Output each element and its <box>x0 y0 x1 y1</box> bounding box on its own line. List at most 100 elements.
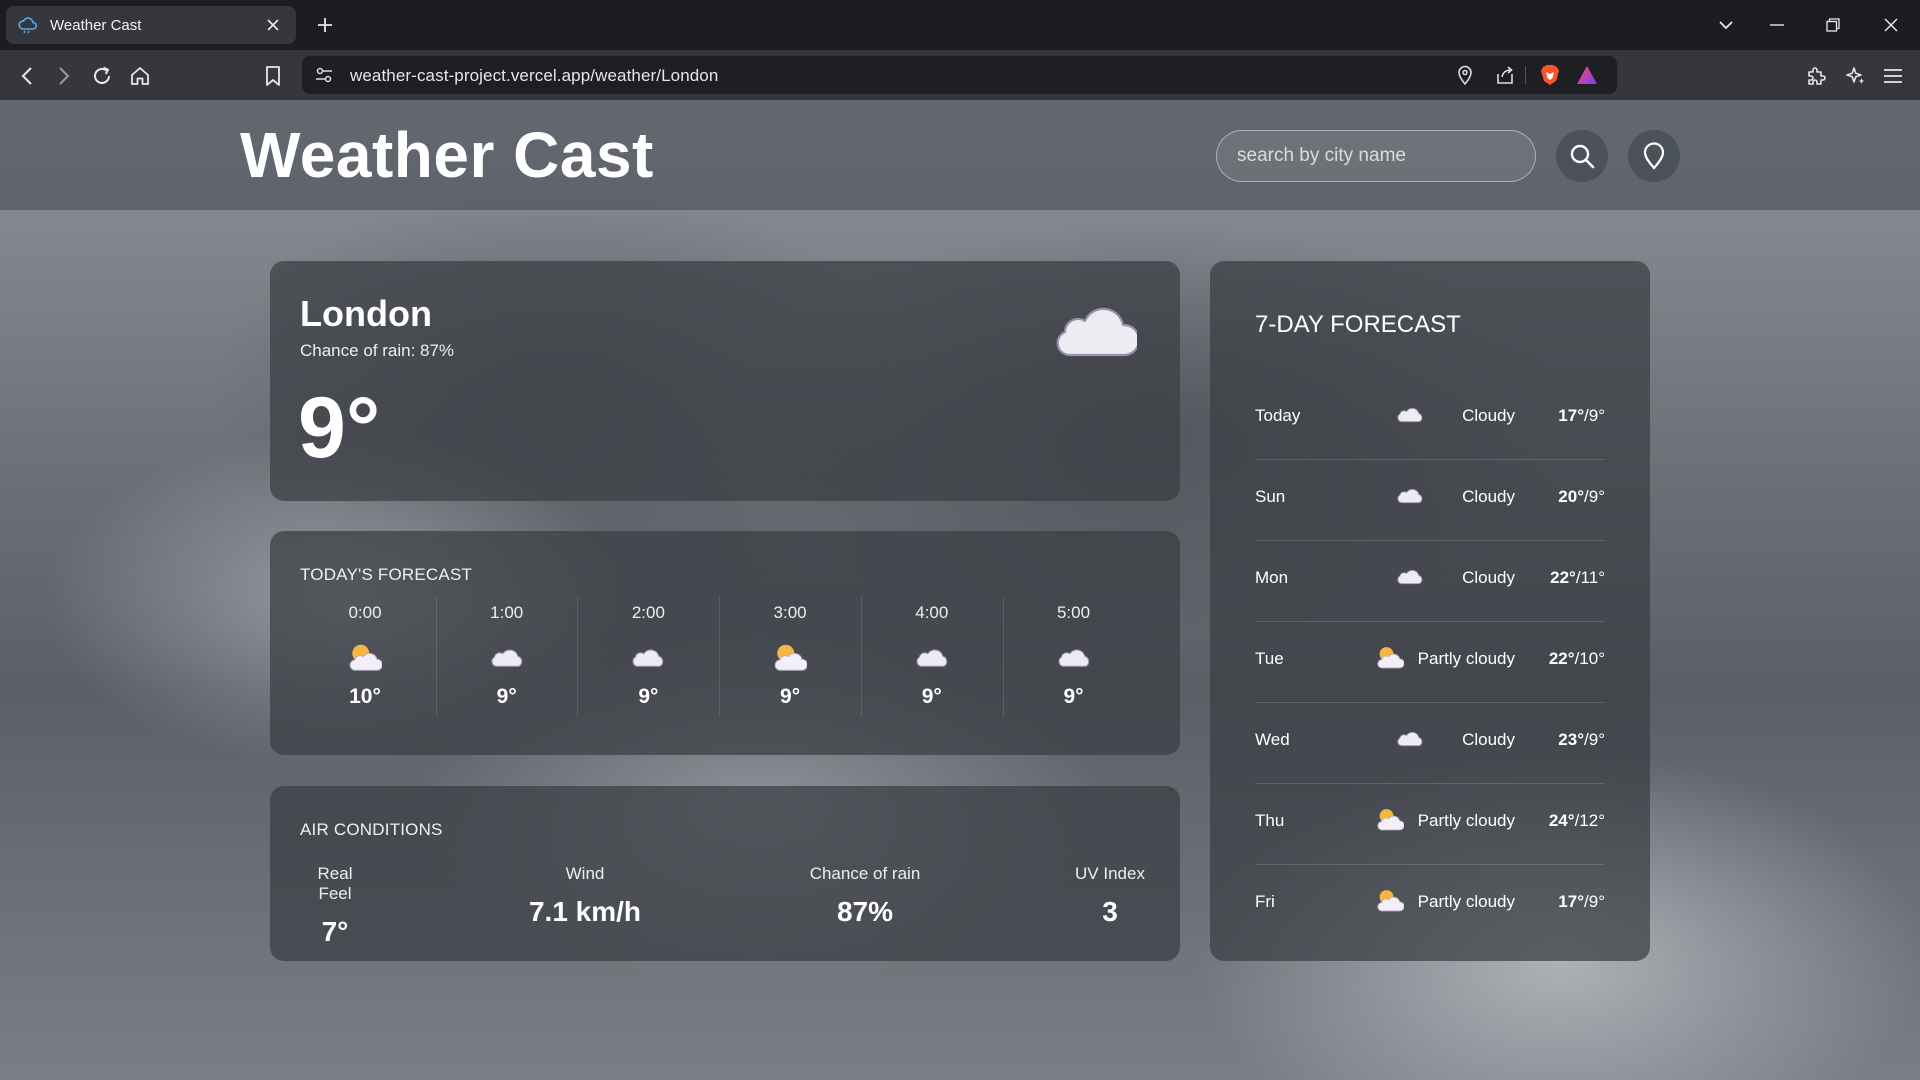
app-header: Weather Cast <box>0 100 1920 210</box>
day-high: 17° <box>1558 406 1585 425</box>
wind-value: 7.1 km/h <box>528 896 642 927</box>
air-conditions-title: AIR CONDITIONS <box>300 820 443 839</box>
share-icon[interactable] <box>1493 63 1517 87</box>
daily-forecast-row: Mon Cloudy 22°/11° <box>1255 541 1605 622</box>
day-name: Thu <box>1255 811 1285 830</box>
new-tab-plus-icon[interactable] <box>312 12 338 38</box>
chance-of-rain-text: Chance of rain: 87% <box>300 341 455 360</box>
chance-of-rain-stat: Chance of rain 87% <box>790 864 940 928</box>
browser-tab-bar: Weather Cast <box>0 0 1920 50</box>
daily-forecast-row: Fri Partly cloudy 17°/9° <box>1255 865 1605 946</box>
cloud-icon <box>436 635 578 679</box>
back-arrow-icon[interactable] <box>13 62 41 90</box>
current-location-button[interactable] <box>1628 130 1680 182</box>
hour-temperature: 9° <box>780 685 801 708</box>
cloud-icon <box>1393 480 1427 510</box>
day-low: /11° <box>1575 568 1605 587</box>
todays-forecast-card: TODAY'S FORECAST 0:00 10° 1:00 9° 2:00 9° 3:00… <box>270 531 1180 755</box>
location-pin-icon[interactable] <box>1453 63 1477 87</box>
todays-forecast-title: TODAY'S FORECAST <box>300 565 473 584</box>
cloud-icon <box>577 635 719 679</box>
hourly-forecast-item: 3:00 9° <box>719 603 861 709</box>
day-name: Tue <box>1255 649 1284 668</box>
bookmark-icon[interactable] <box>259 62 287 90</box>
site-settings-icon[interactable] <box>312 63 336 87</box>
partly-cloudy-icon <box>1373 642 1407 672</box>
day-low: /9° <box>1584 487 1605 506</box>
day-high: 17° <box>1558 892 1585 911</box>
close-tab-icon[interactable] <box>262 14 284 36</box>
hourly-forecast-item: 5:00 9° <box>1003 603 1145 709</box>
real-feel-label: Real Feel <box>317 864 353 903</box>
main-menu-hamburger-icon[interactable] <box>1879 62 1907 90</box>
day-temperature-range: 22°/10° <box>1549 649 1605 669</box>
uv-index-stat: UV Index 3 <box>1070 864 1150 928</box>
day-name: Mon <box>1255 568 1289 587</box>
cloud-icon <box>1003 635 1145 679</box>
seven-day-forecast-title: 7-DAY FORECAST <box>1255 311 1461 338</box>
hourly-forecast-item: 2:00 9° <box>577 603 719 709</box>
brave-rewards-triangle-icon[interactable] <box>1575 63 1599 87</box>
cloud-icon <box>1055 301 1141 364</box>
hour-time: 1:00 <box>490 603 524 622</box>
current-temperature: 9° <box>298 380 381 476</box>
minimize-window-icon[interactable] <box>1764 12 1790 38</box>
brave-shields-lion-icon[interactable] <box>1538 63 1562 87</box>
reload-icon[interactable] <box>88 62 116 90</box>
leo-ai-sparkle-icon[interactable] <box>1842 62 1870 90</box>
city-search-input[interactable] <box>1216 130 1536 182</box>
hourly-forecast-item: 4:00 9° <box>861 603 1003 709</box>
current-weather-card: London Chance of rain: 87% 9° <box>270 261 1180 501</box>
location-pin-icon <box>1643 142 1665 170</box>
hour-divider <box>1002 597 1004 717</box>
day-low: /9° <box>1584 730 1605 749</box>
day-condition: Cloudy <box>1462 730 1515 749</box>
partly-cloudy-icon <box>719 635 861 679</box>
forward-arrow-icon[interactable] <box>50 62 78 90</box>
hour-time: 0:00 <box>348 603 382 622</box>
day-name: Wed <box>1255 730 1290 749</box>
url-text[interactable]: weather-cast-project.vercel.app/weather/… <box>350 66 718 86</box>
day-high: 24° <box>1548 811 1575 830</box>
uv-index-value: 3 <box>1102 896 1118 927</box>
home-icon[interactable] <box>126 62 154 90</box>
uv-index-label: UV Index <box>1075 864 1145 883</box>
hour-divider <box>860 597 862 717</box>
hour-temperature: 10° <box>349 685 381 708</box>
day-temperature-range: 20°/9° <box>1558 487 1605 507</box>
daily-forecast-row: Tue Partly cloudy 22°/10° <box>1255 622 1605 703</box>
day-name: Sun <box>1255 487 1286 506</box>
tab-list-chevron-down-icon[interactable] <box>1713 12 1739 38</box>
day-low: /12° <box>1574 811 1605 830</box>
chance-of-rain-value: 87% <box>836 896 894 927</box>
city-name: London <box>300 293 432 334</box>
day-high: 20° <box>1558 487 1585 506</box>
cloud-icon <box>1393 723 1427 753</box>
real-feel-stat: Real Feel 7° <box>300 864 370 948</box>
daily-forecast-row: Thu Partly cloudy 24°/12° <box>1255 784 1605 865</box>
chance-of-rain-label: Chance of rain <box>809 864 921 883</box>
weather-favicon-icon <box>18 14 40 36</box>
daily-forecast-row: Sun Cloudy 20°/9° <box>1255 460 1605 541</box>
cloud-icon <box>1393 561 1427 591</box>
day-temperature-range: 22°/11° <box>1550 568 1605 588</box>
close-window-icon[interactable] <box>1878 12 1904 38</box>
weather-page: Weather Cast London Chance of rain: 87% … <box>0 100 1920 1080</box>
extensions-puzzle-icon[interactable] <box>1803 62 1831 90</box>
air-conditions-card: AIR CONDITIONS Real Feel 7° Wind 7.1 km/… <box>270 786 1180 961</box>
day-temperature-range: 23°/9° <box>1558 730 1605 750</box>
address-bar[interactable]: weather-cast-project.vercel.app/weather/… <box>302 56 1617 94</box>
wind-stat: Wind 7.1 km/h <box>510 864 660 928</box>
day-high: 22° <box>1548 649 1575 668</box>
restore-window-icon[interactable] <box>1820 12 1846 38</box>
hour-temperature: 9° <box>638 685 659 708</box>
day-low: /9° <box>1584 892 1605 911</box>
search-button[interactable] <box>1556 130 1608 182</box>
hour-time: 4:00 <box>915 603 949 622</box>
partly-cloudy-icon <box>1373 804 1407 834</box>
browser-toolbar: weather-cast-project.vercel.app/weather/… <box>0 50 1920 100</box>
hourly-forecast-item: 1:00 9° <box>436 603 578 709</box>
day-low: /9° <box>1584 406 1605 425</box>
app-title: Weather Cast <box>240 119 654 191</box>
browser-tab-weather-cast[interactable]: Weather Cast <box>6 6 296 44</box>
